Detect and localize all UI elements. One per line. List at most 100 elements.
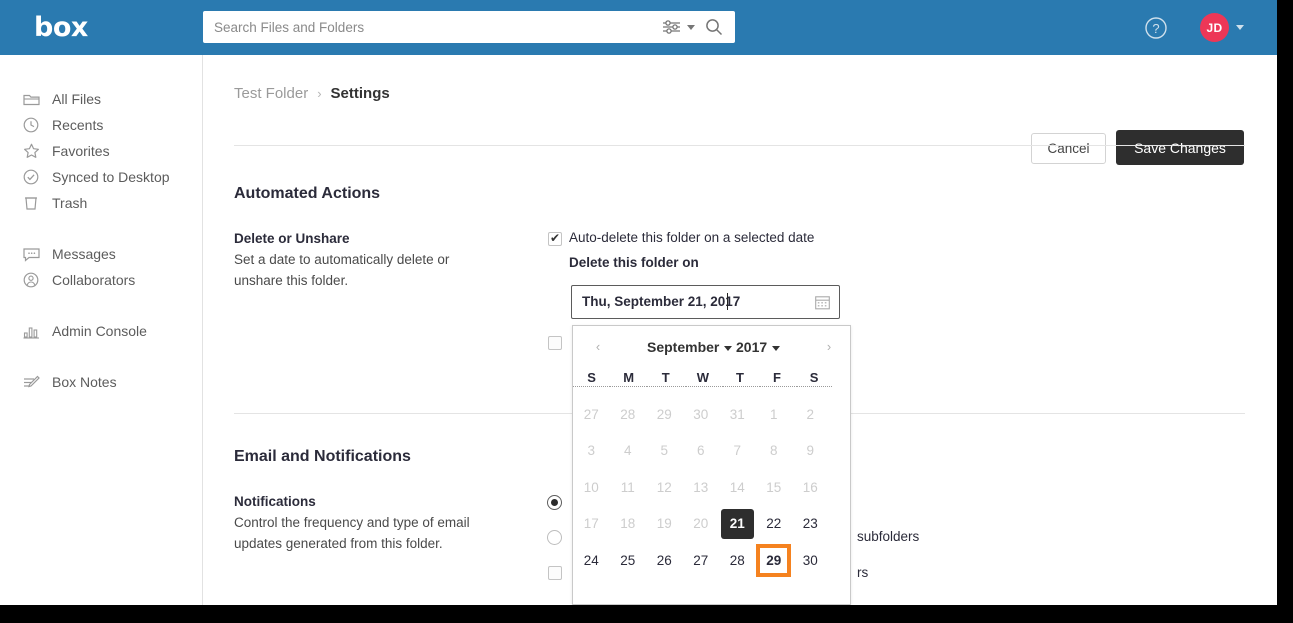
breadcrumb-separator-icon: › xyxy=(317,86,322,101)
clock-icon xyxy=(22,116,40,134)
sidebar-item-admin-console[interactable]: Admin Console xyxy=(0,318,203,344)
calendar-day-29[interactable]: 29 xyxy=(756,543,792,577)
row-label-delete-or-unshare: Delete or Unshare xyxy=(234,231,350,246)
calendar-day-12: 12 xyxy=(656,479,672,495)
sidebar-item-messages[interactable]: Messages xyxy=(0,241,203,267)
person-circle-icon xyxy=(22,271,40,289)
calendar-day-1: 1 xyxy=(769,406,778,422)
year-dropdown[interactable]: 2017 xyxy=(736,337,781,357)
sidebar-item-recents[interactable]: Recents xyxy=(0,112,203,138)
calendar-day-30[interactable]: 30 xyxy=(792,542,829,579)
sidebar-item-favorites[interactable]: Favorites xyxy=(0,138,203,164)
filter-sliders-icon[interactable] xyxy=(662,20,682,34)
notification-option-2-label: subfolders xyxy=(857,529,920,544)
sidebar-item-synced-to-desktop[interactable]: Synced to Desktop xyxy=(0,164,203,190)
user-menu-chevron-down-icon[interactable] xyxy=(1236,25,1244,30)
sidebar-item-box-notes[interactable]: Box Notes xyxy=(0,369,203,395)
calendar-day-3: 3 xyxy=(587,443,595,459)
calendar-day-28: 28 xyxy=(620,406,636,422)
svg-text:?: ? xyxy=(1152,21,1159,36)
top-navigation-bar: box Search Files and Folders ? JD xyxy=(0,0,1277,55)
box-logo[interactable]: box xyxy=(34,13,88,43)
divider-top xyxy=(234,145,1245,146)
delete-date-input[interactable]: Thu, September 21, 2017 xyxy=(571,285,840,319)
calendar-day-11: 11 xyxy=(620,479,635,495)
calendar-week-row: 27 28 29 30 31 1 2 xyxy=(573,396,852,433)
calendar-week-row: 10 11 12 13 14 15 16 xyxy=(573,469,852,506)
calendar-day-19: 19 xyxy=(656,516,672,532)
calendar-day-22[interactable]: 22 xyxy=(756,506,793,543)
calendar-day-27: 27 xyxy=(583,406,599,422)
weekday-label: T xyxy=(721,370,759,387)
calendar-day-30: 30 xyxy=(693,406,709,422)
auto-delete-checkbox[interactable] xyxy=(548,230,562,246)
calendar-day-6: 6 xyxy=(696,443,705,459)
date-picker-popup: ‹ September 2017 › SMTWTFS 27 28 29 30 31 1 2 3… xyxy=(572,325,851,605)
notification-radio-option-2[interactable] xyxy=(547,530,562,545)
search-input[interactable] xyxy=(203,11,663,43)
calendar-day-27[interactable]: 27 xyxy=(683,542,720,579)
calendar-day-5: 5 xyxy=(660,443,668,459)
calendar-day-23[interactable]: 23 xyxy=(792,506,829,543)
weekday-label: S xyxy=(795,370,833,387)
calendar-day-31: 31 xyxy=(729,406,745,422)
notification-checkbox-option-3[interactable] xyxy=(548,566,562,580)
sidebar-item-all-files[interactable]: All Files xyxy=(0,86,203,112)
calendar-day-10: 10 xyxy=(583,479,599,495)
search-bar xyxy=(203,11,735,43)
weekday-label: M xyxy=(610,370,647,387)
sidebar-item-label: Box Notes xyxy=(52,374,117,390)
calendar-day-4: 4 xyxy=(623,443,632,459)
previous-month-arrow-icon[interactable]: ‹ xyxy=(589,338,607,356)
notification-radio-option-1[interactable] xyxy=(547,495,562,510)
magnifying-glass-icon[interactable] xyxy=(705,18,723,36)
weekday-label: S xyxy=(573,370,610,387)
sidebar-item-label: Collaborators xyxy=(52,272,136,288)
trash-icon xyxy=(22,194,40,212)
calendar-week-row: 3 4 5 6 7 8 9 xyxy=(573,433,852,470)
calendar-day-18: 18 xyxy=(620,516,636,532)
month-dropdown[interactable]: September xyxy=(647,337,733,357)
unshare-checkbox[interactable] xyxy=(548,336,562,350)
sidebar: All Files Recents Favorites Synced to De… xyxy=(0,55,203,605)
weekday-label: W xyxy=(684,370,722,387)
notification-option-3-label: rs xyxy=(857,565,869,580)
weekday-label: T xyxy=(647,370,684,387)
calendar-day-24[interactable]: 24 xyxy=(573,542,610,579)
user-avatar[interactable]: JD xyxy=(1200,13,1229,42)
cancel-button[interactable]: Cancel xyxy=(1031,133,1106,164)
calendar-day-28[interactable]: 28 xyxy=(719,542,756,579)
sidebar-item-trash[interactable]: Trash xyxy=(0,190,203,216)
sidebar-item-label: Recents xyxy=(52,117,104,133)
text-cursor xyxy=(727,293,728,310)
section-title-automated-actions: Automated Actions xyxy=(234,185,381,202)
section-title-email-and-notifications: Email and Notifications xyxy=(234,448,411,465)
breadcrumb: Test Folder › Settings xyxy=(234,85,390,102)
calendar-week-row: 17 18 19 20 21 22 23 xyxy=(573,506,852,543)
question-mark-circle-icon[interactable]: ? xyxy=(1144,16,1168,40)
calendar-day-7: 7 xyxy=(733,443,741,459)
calendar-week-row: 24 25 26 27 28 29 30 xyxy=(573,542,852,579)
calendar-icon[interactable] xyxy=(815,295,830,310)
sidebar-item-collaborators[interactable]: Collaborators xyxy=(0,267,203,293)
check-circle-icon xyxy=(22,168,40,186)
search-filter-chevron-down-icon[interactable] xyxy=(687,25,695,30)
calendar-day-21[interactable]: 21 xyxy=(720,508,754,539)
row-desc-notifications: Control the frequency and type of email … xyxy=(234,515,470,551)
sidebar-item-label: Trash xyxy=(52,195,88,211)
box-app-window: box Search Files and Folders ? JD All Fi… xyxy=(0,0,1277,605)
next-month-arrow-icon[interactable]: › xyxy=(820,338,838,356)
star-icon xyxy=(22,142,40,160)
calendar-day-26[interactable]: 26 xyxy=(646,542,683,579)
message-bubble-icon xyxy=(22,245,40,263)
breadcrumb-parent-link[interactable]: Test Folder xyxy=(234,85,308,102)
delete-date-value: Thu, September 21, 2017 xyxy=(582,294,741,309)
calendar-day-25[interactable]: 25 xyxy=(610,542,647,579)
calendar-day-17: 17 xyxy=(583,516,599,532)
date-picker-header: ‹ September 2017 › xyxy=(573,334,852,364)
sidebar-item-label: Favorites xyxy=(52,143,110,159)
row-desc-delete-or-unshare: Set a date to automatically delete or un… xyxy=(234,252,450,288)
save-changes-button[interactable]: Save Changes xyxy=(1116,130,1244,165)
calendar-day-14: 14 xyxy=(729,479,745,495)
calendar-day-20: 20 xyxy=(693,516,709,532)
